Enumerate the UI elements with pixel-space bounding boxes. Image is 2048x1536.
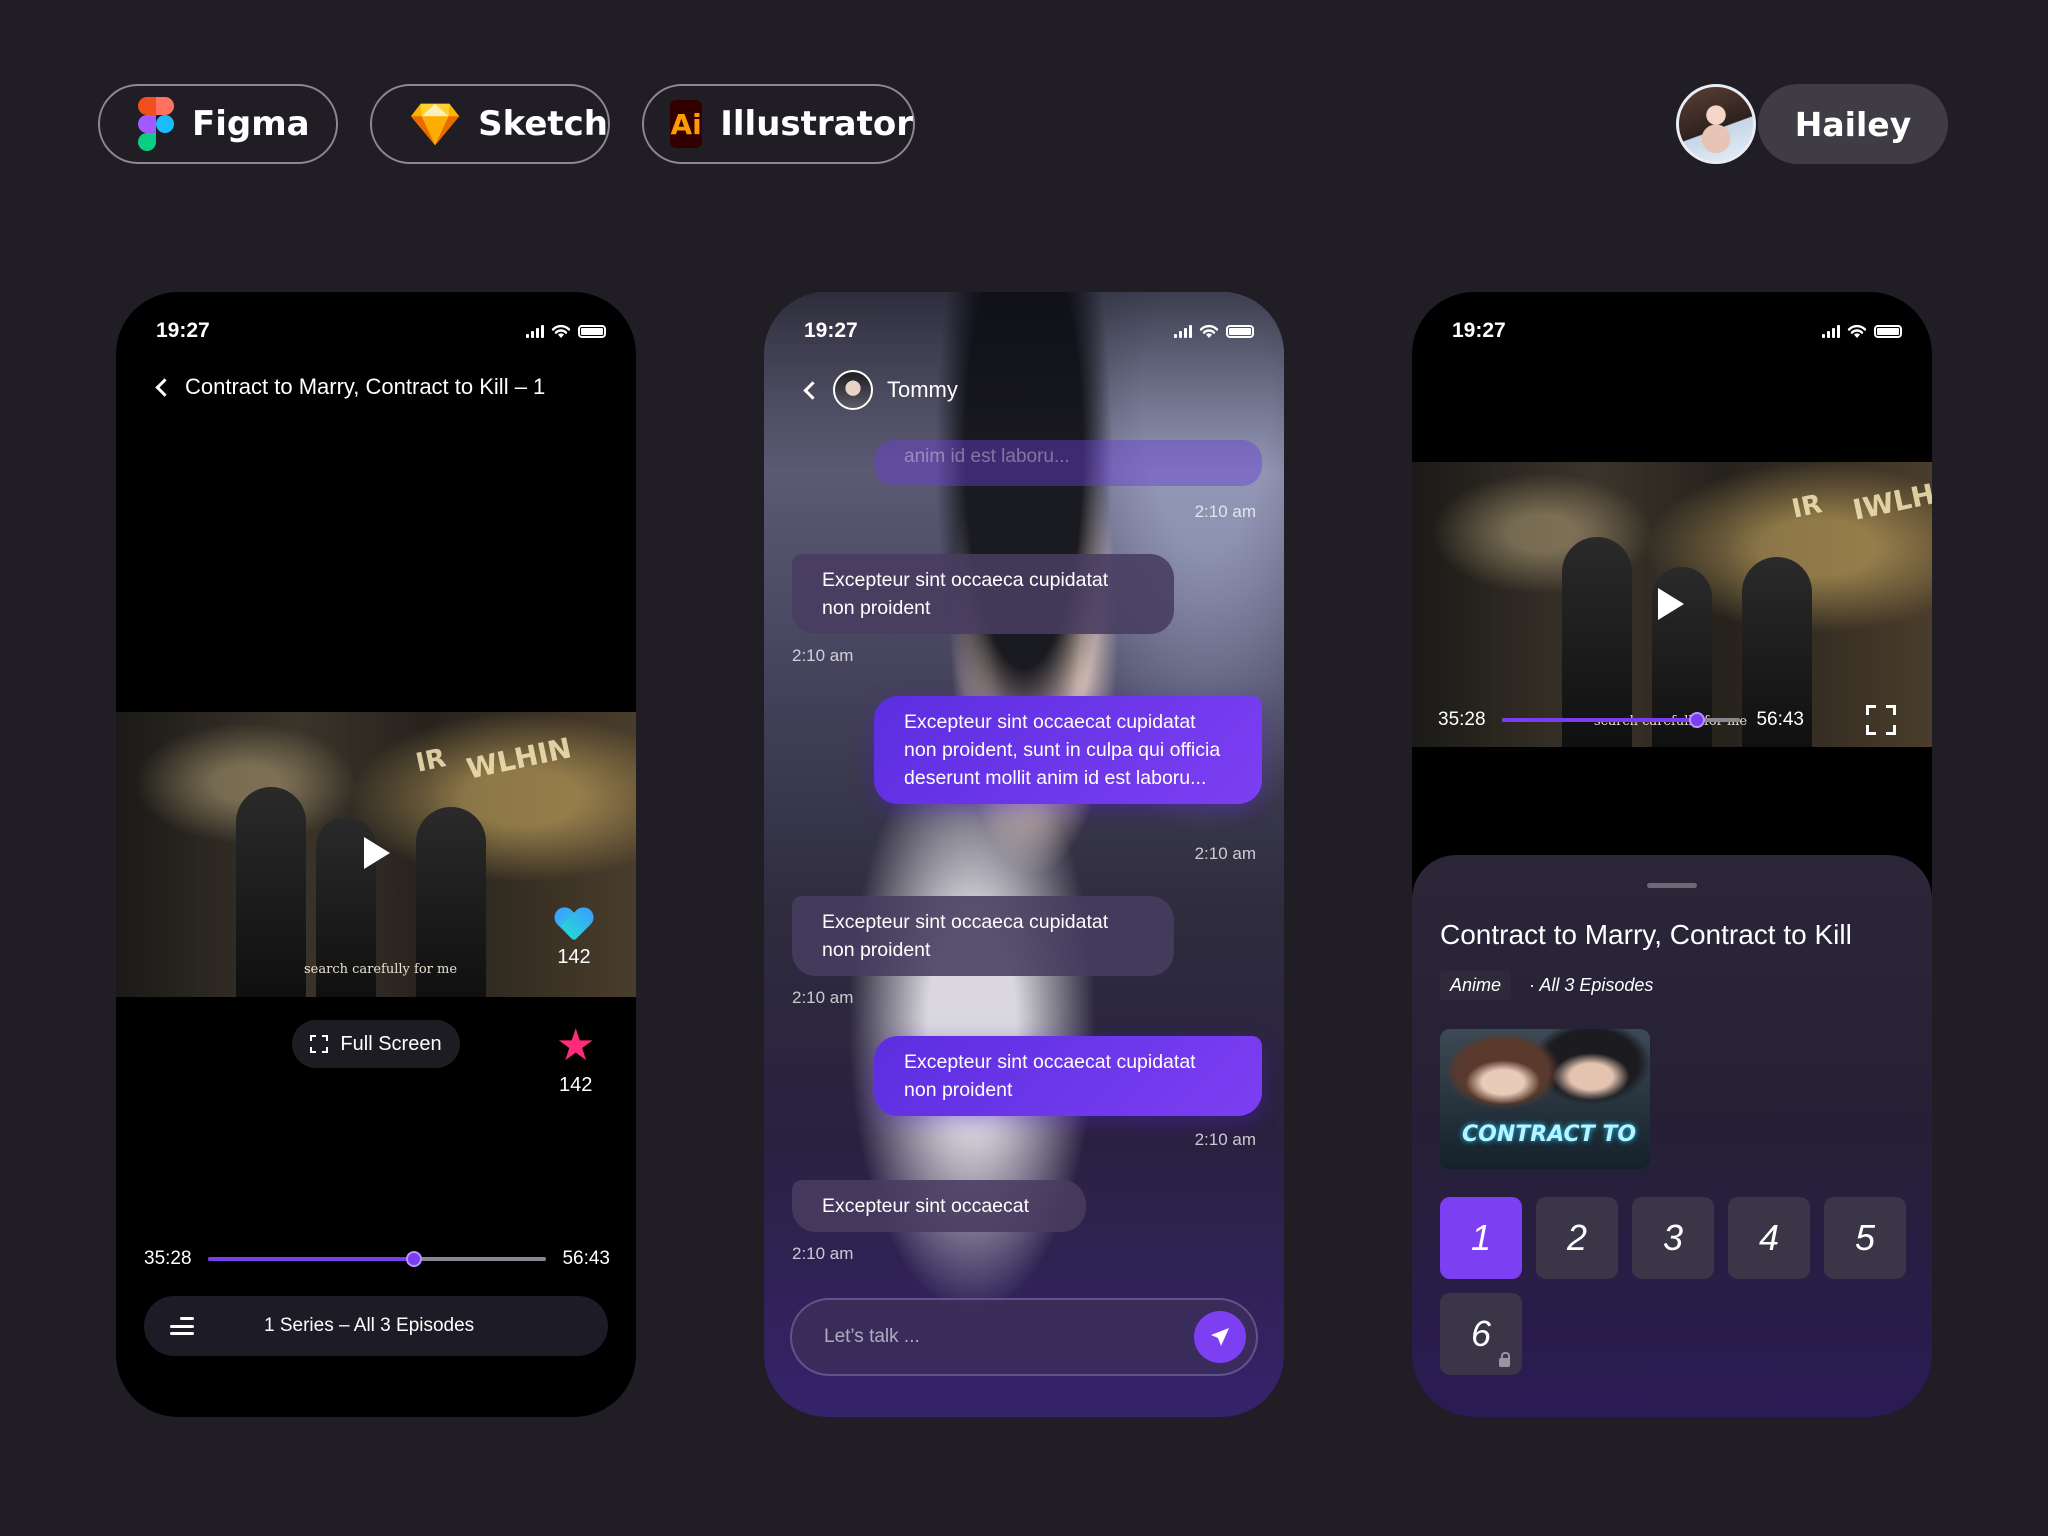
series-title: Contract to Marry, Contract to Kill [1440,919,1852,950]
message-time: 2:10 am [792,646,854,665]
video-title: Contract to Marry, Contract to Kill – 1 [185,374,546,399]
user-name-button[interactable]: Hailey [1758,84,1948,164]
signal-icon [526,324,544,338]
status-time: 19:27 [1452,319,1506,342]
episode-number: 2 [1566,1217,1588,1258]
progress-slider[interactable] [1501,712,1741,728]
avatar[interactable] [1676,84,1756,164]
total-time: 56:43 [1756,709,1804,730]
like-count: 142 [557,946,591,968]
wifi-icon [1199,324,1219,338]
poster-title-text: CONTRACT TO [1462,1122,1637,1147]
episode-button-5[interactable]: 5 [1824,1197,1906,1279]
favorite-count: 142 [559,1074,593,1096]
status-bar: 19:27 [1452,316,1902,346]
video-subtitle: search carefully for me [304,962,458,977]
message-incoming: Excepteur sint occaeca cupidatat non pro… [792,554,1174,634]
episode-list-button[interactable]: 1 Series – All 3 Episodes [144,1296,608,1356]
tool-pill-sketch[interactable]: Sketch [370,84,610,164]
tool-label: Sketch [478,104,608,144]
message-outgoing: Excepteur sint occaecat cupidatat non pr… [874,1036,1262,1116]
wifi-icon [1847,324,1867,338]
message-outgoing: Excepteur sint occaecat cupidatat non pr… [874,696,1262,804]
figma-logo-icon [138,97,174,151]
status-time: 19:27 [156,319,210,342]
message-incoming: Excepteur sint occaeca cupidatat non pro… [792,896,1174,976]
signal-icon [1174,324,1192,338]
status-bar: 19:27 [804,316,1254,346]
heart-icon [556,908,592,940]
sheet-drag-handle[interactable] [1647,883,1697,888]
illustrator-logo-icon: Ai [670,100,703,148]
phone-episode-list: 19:27 IWLHIN IR search carefully for me … [1412,292,1932,1417]
contact-avatar[interactable] [833,370,873,410]
lock-icon [1499,1352,1510,1367]
contact-name: Tommy [887,377,958,402]
series-poster[interactable]: CONTRACT TO [1440,1029,1650,1169]
tool-label: Figma [192,104,310,144]
episode-number: 4 [1758,1217,1780,1258]
episode-button-4[interactable]: 4 [1728,1197,1810,1279]
favorite-button[interactable]: ★ 142 [556,1024,595,1097]
current-time: 35:28 [1438,709,1486,730]
back-chevron-icon[interactable] [803,380,822,400]
message-incoming: Excepteur sint occaecat [792,1180,1086,1232]
battery-icon [1226,324,1254,338]
episode-count: · All 3 Episodes [1529,975,1654,995]
series-label: 1 Series – All 3 Episodes [264,1315,475,1336]
star-icon: ★ [556,1021,596,1070]
playback-progress: 35:28 56:43 [1438,705,1896,735]
send-icon [1211,1328,1229,1346]
genre-tag: Anime [1440,971,1512,1000]
episode-number: 5 [1854,1217,1876,1258]
phone-chat: 19:27 Tommy anim id est laboru... 2:10 a… [764,292,1284,1417]
episode-grid: 1 2 3 4 5 6 [1440,1197,1906,1375]
tool-label: Illustrator [720,104,913,144]
message-composer [790,1298,1258,1376]
episode-button-3[interactable]: 3 [1632,1197,1714,1279]
play-icon[interactable] [364,837,390,869]
fullscreen-icon [310,1035,329,1053]
episode-number: 6 [1470,1313,1492,1354]
episode-button-2[interactable]: 2 [1536,1197,1618,1279]
progress-knob[interactable] [1689,712,1706,728]
signal-icon [1822,324,1840,338]
battery-icon [578,324,606,338]
phone-video-player: 19:27 Contract to Marry, Contract to Kil… [116,292,636,1417]
message-time: 2:10 am [1194,844,1256,863]
episode-button-6[interactable]: 6 [1440,1293,1522,1375]
back-chevron-icon[interactable] [155,377,174,397]
send-button[interactable] [1194,1311,1246,1363]
progress-knob[interactable] [406,1251,423,1267]
total-time: 56:43 [562,1248,610,1269]
message-time: 2:10 am [792,988,854,1007]
full-screen-label: Full Screen [340,1032,442,1055]
list-icon [170,1317,194,1335]
full-screen-button[interactable]: Full Screen [292,1020,460,1068]
progress-slider[interactable] [207,1251,547,1267]
playback-progress: 35:28 56:43 [144,1248,610,1270]
like-button[interactable]: 142 [556,908,592,969]
episode-sheet: Contract to Marry, Contract to Kill Anim… [1412,855,1932,1417]
current-time: 35:28 [144,1248,192,1269]
message-time: 2:10 am [1194,502,1256,521]
play-icon[interactable] [1658,588,1684,620]
wifi-icon [551,324,571,338]
battery-icon [1874,324,1902,338]
faded-message: anim id est laboru... [874,440,1262,486]
message-time: 2:10 am [792,1244,854,1263]
status-time: 19:27 [804,319,858,342]
message-input[interactable] [824,1326,1124,1348]
message-time: 2:10 am [1194,1130,1256,1149]
tool-pill-illustrator[interactable]: Ai Illustrator [642,84,915,164]
fullscreen-icon[interactable] [1866,705,1896,735]
episode-button-1[interactable]: 1 [1440,1197,1522,1279]
episode-number: 1 [1470,1217,1492,1258]
status-bar: 19:27 [156,316,606,346]
sketch-diamond-icon [410,103,460,146]
episode-number: 3 [1662,1217,1684,1258]
tool-pill-figma[interactable]: Figma [98,84,338,164]
